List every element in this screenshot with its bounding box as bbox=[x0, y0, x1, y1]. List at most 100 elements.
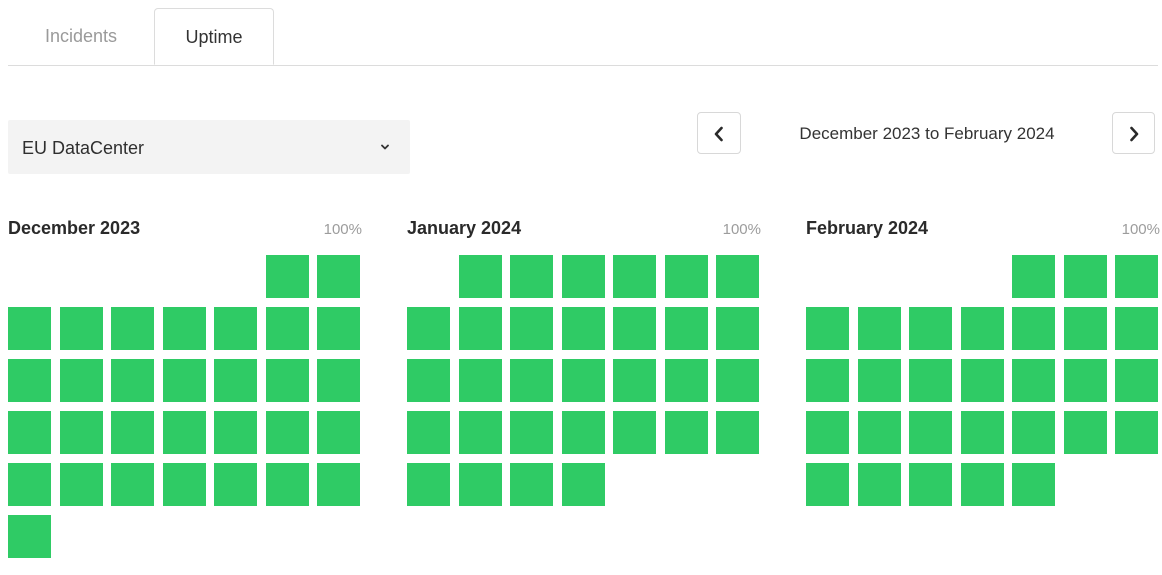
day-status-square[interactable] bbox=[60, 307, 103, 350]
month-uptime-percent: 100% bbox=[1121, 221, 1160, 238]
tab-uptime[interactable]: Uptime bbox=[154, 8, 274, 65]
previous-range-button[interactable] bbox=[697, 112, 741, 154]
day-status-square[interactable] bbox=[1064, 307, 1107, 350]
day-status-square[interactable] bbox=[317, 359, 360, 402]
day-status-square[interactable] bbox=[60, 411, 103, 454]
day-status-square[interactable] bbox=[8, 463, 51, 506]
day-status-square[interactable] bbox=[1012, 463, 1055, 506]
day-status-square[interactable] bbox=[510, 411, 553, 454]
day-status-square[interactable] bbox=[909, 463, 952, 506]
day-status-square[interactable] bbox=[961, 359, 1004, 402]
day-status-square[interactable] bbox=[8, 359, 51, 402]
day-status-square[interactable] bbox=[1012, 359, 1055, 402]
day-status-square[interactable] bbox=[163, 463, 206, 506]
day-status-square[interactable] bbox=[1012, 255, 1055, 298]
day-status-square[interactable] bbox=[716, 255, 759, 298]
day-status-square[interactable] bbox=[665, 255, 708, 298]
day-status-square[interactable] bbox=[8, 411, 51, 454]
day-status-square[interactable] bbox=[163, 359, 206, 402]
day-status-square[interactable] bbox=[317, 307, 360, 350]
day-status-square[interactable] bbox=[1064, 411, 1107, 454]
day-status-square[interactable] bbox=[1115, 411, 1158, 454]
day-status-square[interactable] bbox=[665, 411, 708, 454]
day-status-square[interactable] bbox=[613, 255, 656, 298]
day-status-square[interactable] bbox=[806, 463, 849, 506]
day-status-square[interactable] bbox=[909, 307, 952, 350]
day-status-square[interactable] bbox=[1115, 307, 1158, 350]
day-status-square[interactable] bbox=[60, 463, 103, 506]
day-status-square[interactable] bbox=[510, 307, 553, 350]
day-status-square[interactable] bbox=[407, 359, 450, 402]
day-status-square[interactable] bbox=[163, 307, 206, 350]
day-status-square[interactable] bbox=[60, 359, 103, 402]
next-range-button[interactable] bbox=[1112, 112, 1155, 154]
day-status-square[interactable] bbox=[858, 463, 901, 506]
day-status-square[interactable] bbox=[510, 463, 553, 506]
day-status-square[interactable] bbox=[111, 359, 154, 402]
day-status-square[interactable] bbox=[806, 359, 849, 402]
day-status-square[interactable] bbox=[716, 359, 759, 402]
day-status-square[interactable] bbox=[459, 463, 502, 506]
day-status-square[interactable] bbox=[961, 307, 1004, 350]
day-status-square[interactable] bbox=[459, 255, 502, 298]
day-status-square[interactable] bbox=[1115, 359, 1158, 402]
day-status-square[interactable] bbox=[266, 411, 309, 454]
day-status-square[interactable] bbox=[961, 411, 1004, 454]
day-status-square[interactable] bbox=[613, 359, 656, 402]
day-status-square[interactable] bbox=[562, 411, 605, 454]
day-status-square[interactable] bbox=[317, 463, 360, 506]
day-status-square[interactable] bbox=[266, 463, 309, 506]
day-status-square[interactable] bbox=[806, 411, 849, 454]
day-status-square[interactable] bbox=[1012, 411, 1055, 454]
day-status-square[interactable] bbox=[806, 307, 849, 350]
day-status-square[interactable] bbox=[716, 307, 759, 350]
day-status-square[interactable] bbox=[407, 411, 450, 454]
day-status-square[interactable] bbox=[8, 307, 51, 350]
day-status-square[interactable] bbox=[317, 411, 360, 454]
day-status-square[interactable] bbox=[459, 411, 502, 454]
day-status-square[interactable] bbox=[214, 307, 257, 350]
day-status-square[interactable] bbox=[266, 255, 309, 298]
day-status-square[interactable] bbox=[562, 359, 605, 402]
day-status-square[interactable] bbox=[407, 463, 450, 506]
region-select[interactable]: EU DataCenter bbox=[8, 120, 410, 174]
day-status-square[interactable] bbox=[562, 463, 605, 506]
day-status-square[interactable] bbox=[111, 463, 154, 506]
day-status-square[interactable] bbox=[562, 255, 605, 298]
day-status-square[interactable] bbox=[111, 411, 154, 454]
day-status-square[interactable] bbox=[459, 359, 502, 402]
day-status-square[interactable] bbox=[909, 411, 952, 454]
month-title: December 2023 bbox=[8, 218, 141, 238]
chevron-left-icon bbox=[714, 126, 723, 142]
day-status-square[interactable] bbox=[510, 255, 553, 298]
day-status-square[interactable] bbox=[858, 359, 901, 402]
day-status-square[interactable] bbox=[1064, 255, 1107, 298]
day-status-square[interactable] bbox=[214, 411, 257, 454]
day-status-square[interactable] bbox=[1064, 359, 1107, 402]
day-status-square[interactable] bbox=[613, 307, 656, 350]
day-status-square[interactable] bbox=[214, 463, 257, 506]
day-status-square[interactable] bbox=[716, 411, 759, 454]
day-status-square[interactable] bbox=[961, 463, 1004, 506]
day-status-square[interactable] bbox=[1012, 307, 1055, 350]
day-status-square[interactable] bbox=[317, 255, 360, 298]
day-status-square[interactable] bbox=[510, 359, 553, 402]
day-status-square[interactable] bbox=[266, 359, 309, 402]
day-status-square[interactable] bbox=[8, 515, 51, 558]
day-status-square[interactable] bbox=[266, 307, 309, 350]
day-status-square[interactable] bbox=[665, 359, 708, 402]
day-status-square[interactable] bbox=[858, 411, 901, 454]
tab-incidents[interactable]: Incidents bbox=[8, 8, 154, 64]
day-status-square[interactable] bbox=[613, 411, 656, 454]
day-status-square[interactable] bbox=[909, 359, 952, 402]
day-status-square[interactable] bbox=[858, 307, 901, 350]
day-status-square[interactable] bbox=[459, 307, 502, 350]
day-status-square[interactable] bbox=[665, 307, 708, 350]
day-status-square[interactable] bbox=[407, 307, 450, 350]
day-status-square[interactable] bbox=[111, 307, 154, 350]
day-status-square[interactable] bbox=[1115, 255, 1158, 298]
day-status-square[interactable] bbox=[562, 307, 605, 350]
day-status-square[interactable] bbox=[214, 359, 257, 402]
day-status-square[interactable] bbox=[163, 411, 206, 454]
month-uptime-percent: 100% bbox=[323, 221, 362, 238]
